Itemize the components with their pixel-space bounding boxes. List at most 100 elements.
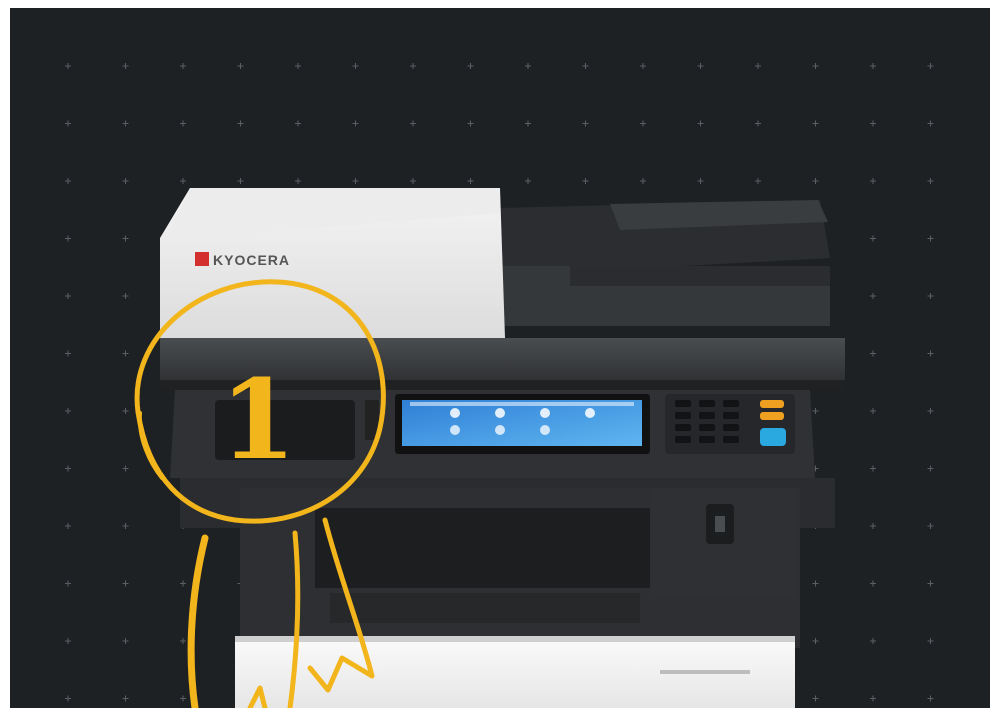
grid-plus-marker [870, 235, 876, 242]
output-slot [315, 508, 655, 588]
grid-plus-marker [870, 408, 876, 414]
grid-plus-marker [122, 408, 129, 414]
grid-plus-marker [295, 63, 301, 69]
grid-plus-marker [65, 523, 71, 529]
touchscreen[interactable] [402, 400, 642, 446]
grid-plus-marker [812, 63, 819, 69]
grid-plus-marker [122, 523, 129, 529]
grid-plus-marker [812, 695, 819, 702]
grid-plus-marker [927, 465, 934, 472]
grid-plus-marker [65, 465, 71, 472]
grid-plus-marker [870, 293, 876, 299]
grid-plus-marker [122, 580, 129, 587]
grid-plus-marker [352, 178, 359, 184]
grid-plus-marker [812, 638, 819, 644]
keypad-key[interactable] [723, 424, 739, 431]
keypad-key[interactable] [723, 412, 739, 419]
start-button[interactable] [760, 428, 786, 446]
grid-plus-marker [65, 638, 71, 644]
grid-plus-marker [812, 178, 819, 184]
keypad-key[interactable] [675, 400, 691, 407]
grid-plus-marker [582, 63, 589, 69]
grid-plus-marker [295, 120, 301, 127]
grid-plus-marker [525, 63, 531, 69]
grid-plus-marker [582, 178, 589, 184]
grid-plus-marker [755, 63, 761, 69]
grid-plus-marker [65, 178, 71, 184]
grid-plus-marker [180, 695, 186, 702]
grid-plus-marker [697, 120, 704, 127]
photo-canvas: KYOCERA 1 [10, 8, 990, 708]
grid-plus-marker [65, 350, 71, 357]
grid-plus-marker [352, 120, 359, 127]
grid-plus-marker [122, 695, 129, 702]
grid-plus-marker [812, 120, 819, 127]
grid-plus-marker [352, 63, 359, 69]
grid-plus-marker [410, 63, 416, 69]
grid-plus-marker [927, 408, 934, 414]
keypad-key[interactable] [675, 424, 691, 431]
grid-plus-marker [65, 63, 71, 69]
grid-plus-marker [870, 120, 876, 127]
grid-plus-marker [640, 178, 646, 184]
grid-plus-marker [870, 63, 876, 69]
grid-plus-marker [180, 63, 186, 69]
keypad-key[interactable] [723, 400, 739, 407]
grid-plus-marker [870, 638, 876, 644]
grid-plus-marker [65, 408, 71, 414]
stop-button[interactable] [760, 400, 784, 408]
grid-plus-marker [122, 350, 129, 357]
keypad-key[interactable] [675, 412, 691, 419]
grid-plus-marker [927, 178, 934, 184]
grid-plus-marker [237, 120, 244, 127]
grid-plus-marker [927, 638, 934, 644]
keypad-key[interactable] [699, 400, 715, 407]
grid-plus-marker [122, 638, 129, 644]
grid-plus-marker [525, 120, 531, 127]
grid-plus-marker [870, 350, 876, 357]
keypad-key[interactable] [699, 412, 715, 419]
grid-plus-marker [870, 178, 876, 184]
keypad-key[interactable] [699, 436, 715, 443]
grid-plus-marker [410, 178, 416, 184]
grid-plus-marker [295, 178, 301, 184]
grid-plus-marker [467, 63, 474, 69]
grid-plus-marker [812, 580, 819, 587]
grid-plus-marker [122, 63, 129, 69]
grid-plus-marker [410, 120, 416, 127]
grid-plus-marker [237, 178, 244, 184]
grid-plus-marker [180, 580, 186, 587]
grid-plus-marker [65, 695, 71, 702]
keypad-key[interactable] [675, 436, 691, 443]
grid-plus-marker [65, 293, 71, 299]
printer-illustration: KYOCERA 1 [65, 63, 934, 708]
grid-plus-marker [180, 638, 186, 644]
grid-plus-marker [927, 523, 934, 529]
reset-button[interactable] [760, 412, 784, 420]
grid-plus-marker [467, 178, 474, 184]
grid-plus-marker [582, 120, 589, 127]
callout-number: 1 [220, 355, 297, 484]
kyocera-logo-mark [195, 252, 209, 266]
grid-plus-marker [122, 178, 129, 184]
grid-plus-marker [65, 580, 71, 587]
keypad-key[interactable] [723, 436, 739, 443]
grid-plus-marker [870, 465, 876, 472]
grid-plus-marker [180, 120, 186, 127]
brand-label: KYOCERA [213, 252, 290, 268]
grid-plus-marker [927, 63, 934, 69]
grid-plus-marker [697, 63, 704, 69]
grid-plus-marker [870, 695, 876, 702]
grid-plus-marker [927, 235, 934, 242]
grid-plus-marker [640, 120, 646, 127]
grid-plus-marker [122, 120, 129, 127]
grid-plus-marker [755, 178, 761, 184]
grid-plus-marker [870, 580, 876, 587]
grid-plus-marker [237, 63, 244, 69]
keypad-key[interactable] [699, 424, 715, 431]
grid-plus-marker [870, 523, 876, 529]
grid-plus-marker [927, 293, 934, 299]
grid-plus-marker [180, 178, 186, 184]
grid-plus-marker [927, 580, 934, 587]
grid-plus-marker [640, 63, 646, 69]
